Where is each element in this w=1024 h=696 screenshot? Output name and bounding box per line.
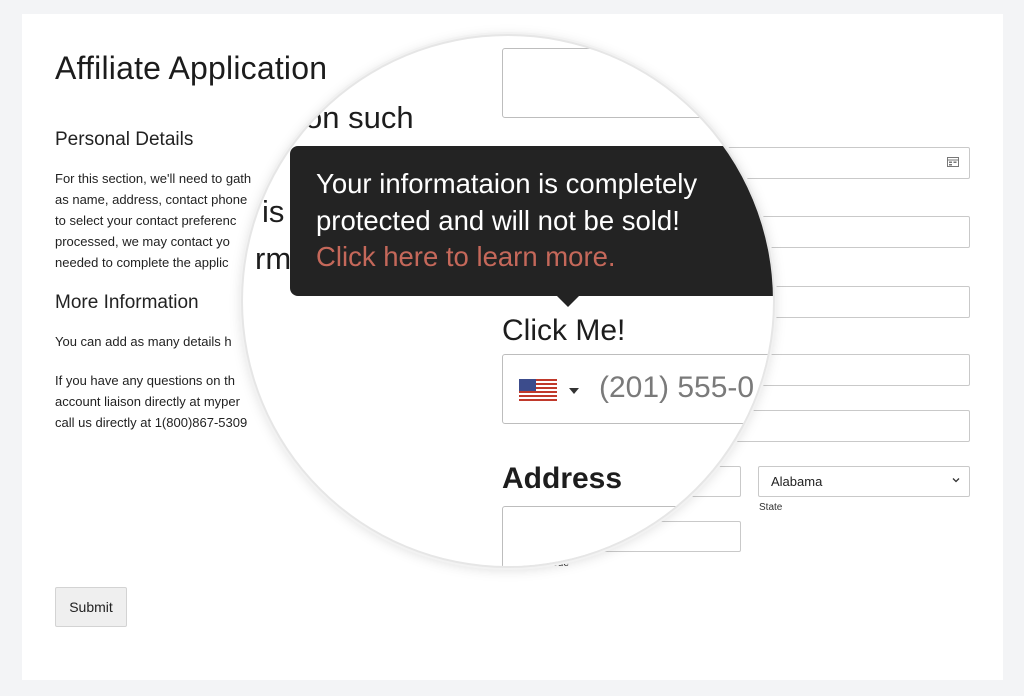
- personal-line: needed to complete the applic: [55, 255, 229, 270]
- magnifier-lens: on such is rma Click Me! (201) 555-0 Add…: [243, 36, 773, 566]
- us-flag-icon: [519, 379, 557, 401]
- tooltip-learn-more-link[interactable]: Click here to learn more.: [316, 239, 773, 276]
- magnified-field[interactable]: [502, 506, 773, 566]
- personal-details-text: For this section, we'll need to gath as …: [55, 168, 251, 273]
- phone-number-value: (201) 555-0: [599, 371, 755, 404]
- personal-line: processed, we may contact yo: [55, 234, 230, 249]
- questions-text: If you have any questions on th account …: [55, 370, 247, 433]
- personal-details-heading: Personal Details: [55, 129, 194, 150]
- submit-button[interactable]: Submit: [55, 587, 127, 627]
- tooltip: Your informataion is completely protecte…: [290, 146, 773, 296]
- personal-line: to select your contact preferenc: [55, 213, 237, 228]
- state-select[interactable]: Alabama: [758, 466, 970, 497]
- more-information-heading: More Information: [55, 292, 199, 313]
- tooltip-line: protected and will not be sold!: [316, 204, 680, 236]
- state-select-value: Alabama: [771, 474, 823, 489]
- caret-down-icon[interactable]: [569, 388, 579, 394]
- phone-input[interactable]: (201) 555-0: [502, 354, 773, 424]
- more-line: call us directly at 1(800)867-5309: [55, 415, 248, 430]
- page-title: Affiliate Application: [55, 50, 328, 86]
- more-line: You can add as many details h: [55, 334, 232, 349]
- more-line: If you have any questions on th: [55, 373, 235, 388]
- chevron-down-icon: [952, 478, 960, 483]
- tooltip-arrow: [556, 295, 580, 307]
- personal-line: as name, address, contact phone: [55, 192, 248, 207]
- tooltip-line: Your informataion is completely: [316, 168, 698, 199]
- calendar-icon: [947, 157, 959, 167]
- click-me-label[interactable]: Click Me!: [502, 314, 625, 348]
- magnified-text-fragment: on such: [305, 100, 414, 135]
- magnified-text-fragment: is: [262, 194, 285, 229]
- magnified-field[interactable]: [502, 48, 773, 118]
- more-info-text: You can add as many details h: [55, 331, 232, 352]
- more-line: account liaison directly at myper: [55, 394, 240, 409]
- personal-line: For this section, we'll need to gath: [55, 171, 252, 186]
- address-heading: Address: [502, 462, 623, 495]
